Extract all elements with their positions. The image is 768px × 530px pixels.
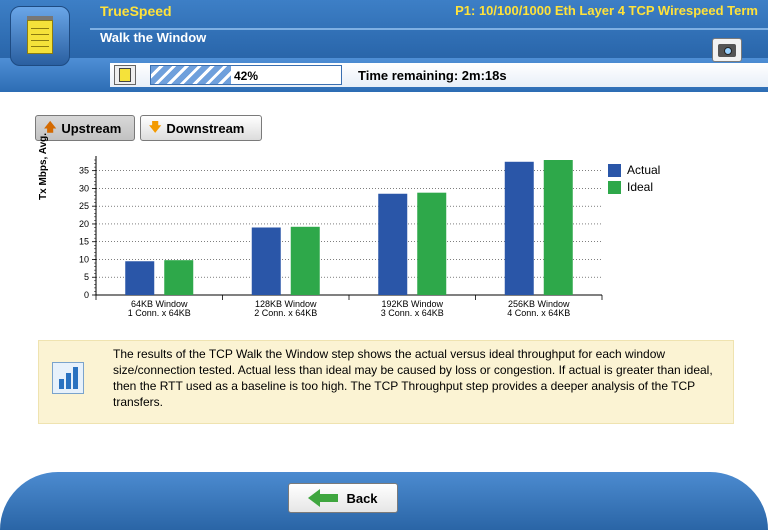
x-tick-label: 1 Conn. x 64KB <box>128 308 191 318</box>
progress-bar-fill <box>151 66 231 84</box>
y-tick-label: 0 <box>84 290 89 300</box>
legend-item-actual: Actual <box>608 163 660 177</box>
downstream-label: Downstream <box>166 120 245 136</box>
notepad-icon-line <box>31 34 49 35</box>
y-tick-label: 20 <box>79 219 89 229</box>
y-tick-label: 10 <box>79 254 89 264</box>
bar-ideal-1 <box>164 260 194 295</box>
back-button[interactable]: Back <box>288 483 398 513</box>
y-tick-label: 35 <box>79 166 89 176</box>
bar-ideal-4 <box>543 160 573 295</box>
x-tick-label: 3 Conn. x 64KB <box>381 308 444 318</box>
list-icon <box>119 68 131 82</box>
arrow-down-icon: 🡇 <box>149 119 162 134</box>
notepad-icon-line <box>31 40 49 41</box>
x-tick-label: 2 Conn. x 64KB <box>254 308 317 318</box>
page-title: Walk the Window <box>100 30 207 45</box>
notepad-icon-line <box>31 28 49 29</box>
bar-chart-icon-bar <box>73 367 78 389</box>
brand-title: TrueSpeed <box>100 3 172 19</box>
arrow-left-icon <box>308 489 339 507</box>
bar-actual-4 <box>504 161 534 295</box>
info-text: The results of the TCP Walk the Window s… <box>113 347 713 409</box>
legend-swatch-ideal <box>608 180 621 194</box>
y-tick-label: 5 <box>84 272 89 282</box>
bar-chart-icon-bar <box>59 379 64 389</box>
downstream-button[interactable]: 🡇 Downstream <box>140 115 262 141</box>
chart-legend: Actual Ideal <box>608 163 660 197</box>
legend-item-ideal: Ideal <box>608 180 660 194</box>
notepad-icon <box>27 20 53 54</box>
y-tick-label: 30 <box>79 183 89 193</box>
bar-actual-1 <box>125 261 155 295</box>
test-name: P1: 10/100/1000 Eth Layer 4 TCP Wirespee… <box>455 3 758 18</box>
legend-label-actual: Actual <box>627 163 661 177</box>
time-remaining: Time remaining: 2m:18s <box>358 68 507 83</box>
bar-chart-icon-bar <box>66 373 71 389</box>
back-label: Back <box>346 490 378 506</box>
upstream-label: Upstream <box>61 120 122 136</box>
y-tick-label: 15 <box>79 237 89 247</box>
bar-ideal-2 <box>290 226 320 295</box>
bar-ideal-3 <box>417 192 447 295</box>
bar-actual-3 <box>378 193 408 295</box>
legend-label-ideal: Ideal <box>627 180 654 194</box>
notepad-icon-line <box>31 46 49 47</box>
x-tick-label: 4 Conn. x 64KB <box>507 308 570 318</box>
legend-swatch-actual <box>608 163 621 177</box>
camera-lens <box>724 47 732 55</box>
bar-chart-icon <box>52 362 84 394</box>
progress-percent: 42% <box>234 69 259 83</box>
upstream-button[interactable]: 🡅 Upstream <box>35 115 135 141</box>
bar-actual-2 <box>251 227 281 295</box>
y-tick-label: 25 <box>79 201 89 211</box>
truespeed-window: TrueSpeed P1: 10/100/1000 Eth Layer 4 TC… <box>0 0 768 530</box>
